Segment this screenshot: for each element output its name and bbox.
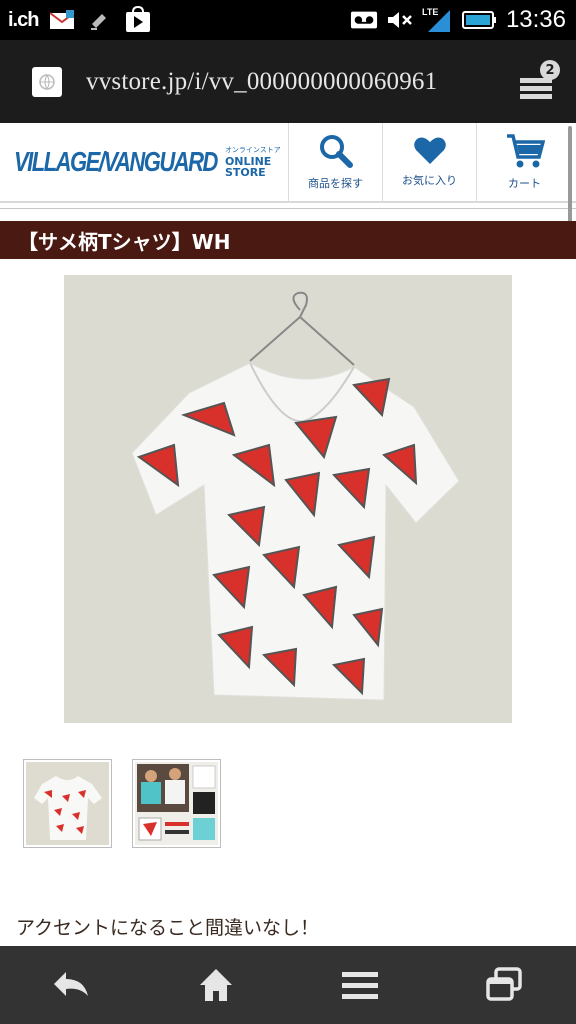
browser-url-bar[interactable]: vvstore.jp/i/vv_000000000060961 2 — [0, 40, 576, 123]
logo-sub: オンラインストア ONLINE STORE — [224, 145, 288, 179]
windows-icon — [486, 967, 522, 1001]
nav-cart-button[interactable]: カート — [476, 123, 572, 201]
search-icon — [319, 135, 353, 168]
thumbnail-shark-tshirt-variants — [135, 762, 218, 845]
signal-icon: LTE — [422, 7, 454, 33]
mute-icon — [386, 7, 414, 33]
nav-search-label: 商品を探す — [308, 177, 363, 190]
carrier-label: i.ch — [8, 8, 39, 31]
download-icon — [86, 7, 114, 33]
home-button[interactable] — [186, 955, 246, 1015]
back-icon — [54, 972, 88, 996]
nav-search-button[interactable]: 商品を探す — [288, 123, 382, 201]
tabs-button[interactable]: 2 — [516, 60, 560, 100]
tab-count-badge: 2 — [540, 60, 560, 80]
menu-icon — [342, 972, 378, 999]
shark-tshirt-image — [64, 275, 512, 723]
nav-favorites-button[interactable]: お気に入り — [382, 123, 476, 201]
url-text[interactable]: vvstore.jp/i/vv_000000000060961 — [86, 68, 437, 96]
clock: 13:36 — [505, 6, 566, 33]
site-logo[interactable]: VILLAGE/VANGUARD オンラインストア ONLINE STORE — [0, 123, 288, 201]
mail-icon — [48, 7, 76, 33]
home-icon — [200, 969, 232, 1001]
thumbnail-shark-tshirt-white — [26, 762, 109, 845]
product-main-image[interactable] — [64, 275, 512, 723]
thumbnail-strip — [23, 759, 221, 848]
network-label: LTE — [422, 7, 438, 17]
status-bar: i.ch LTE 13:36 — [0, 0, 576, 40]
logo-sub-big: ONLINE STORE — [224, 154, 272, 179]
site-header: VILLAGE/VANGUARD オンラインストア ONLINE STORE 商… — [0, 123, 576, 203]
battery-icon — [461, 7, 498, 33]
windows-button[interactable] — [474, 955, 534, 1015]
menu-button[interactable] — [330, 955, 390, 1015]
product-description: アクセントになること間違いなし！ — [16, 917, 320, 939]
heart-icon — [413, 137, 446, 164]
thumbnail-1[interactable] — [23, 759, 112, 848]
nav-cart-label: カート — [508, 177, 541, 190]
header-divider — [0, 203, 576, 209]
android-nav-bar — [0, 946, 576, 1024]
logo-main-text: VILLAGE/VANGUARD — [14, 145, 218, 177]
cart-icon — [506, 134, 545, 168]
play-store-icon — [124, 6, 152, 33]
site-favicon — [32, 66, 62, 97]
nav-favorites-label: お気に入り — [402, 174, 457, 187]
logo-sub-small: オンラインストア — [224, 145, 281, 154]
product-title: 【サメ柄Tシャツ】WH — [18, 229, 231, 254]
scrollbar[interactable] — [568, 126, 572, 236]
voicemail-icon — [350, 7, 378, 33]
thumbnail-2[interactable] — [132, 759, 221, 848]
back-button[interactable] — [42, 955, 102, 1015]
product-title-bar: 【サメ柄Tシャツ】WH — [0, 221, 576, 259]
